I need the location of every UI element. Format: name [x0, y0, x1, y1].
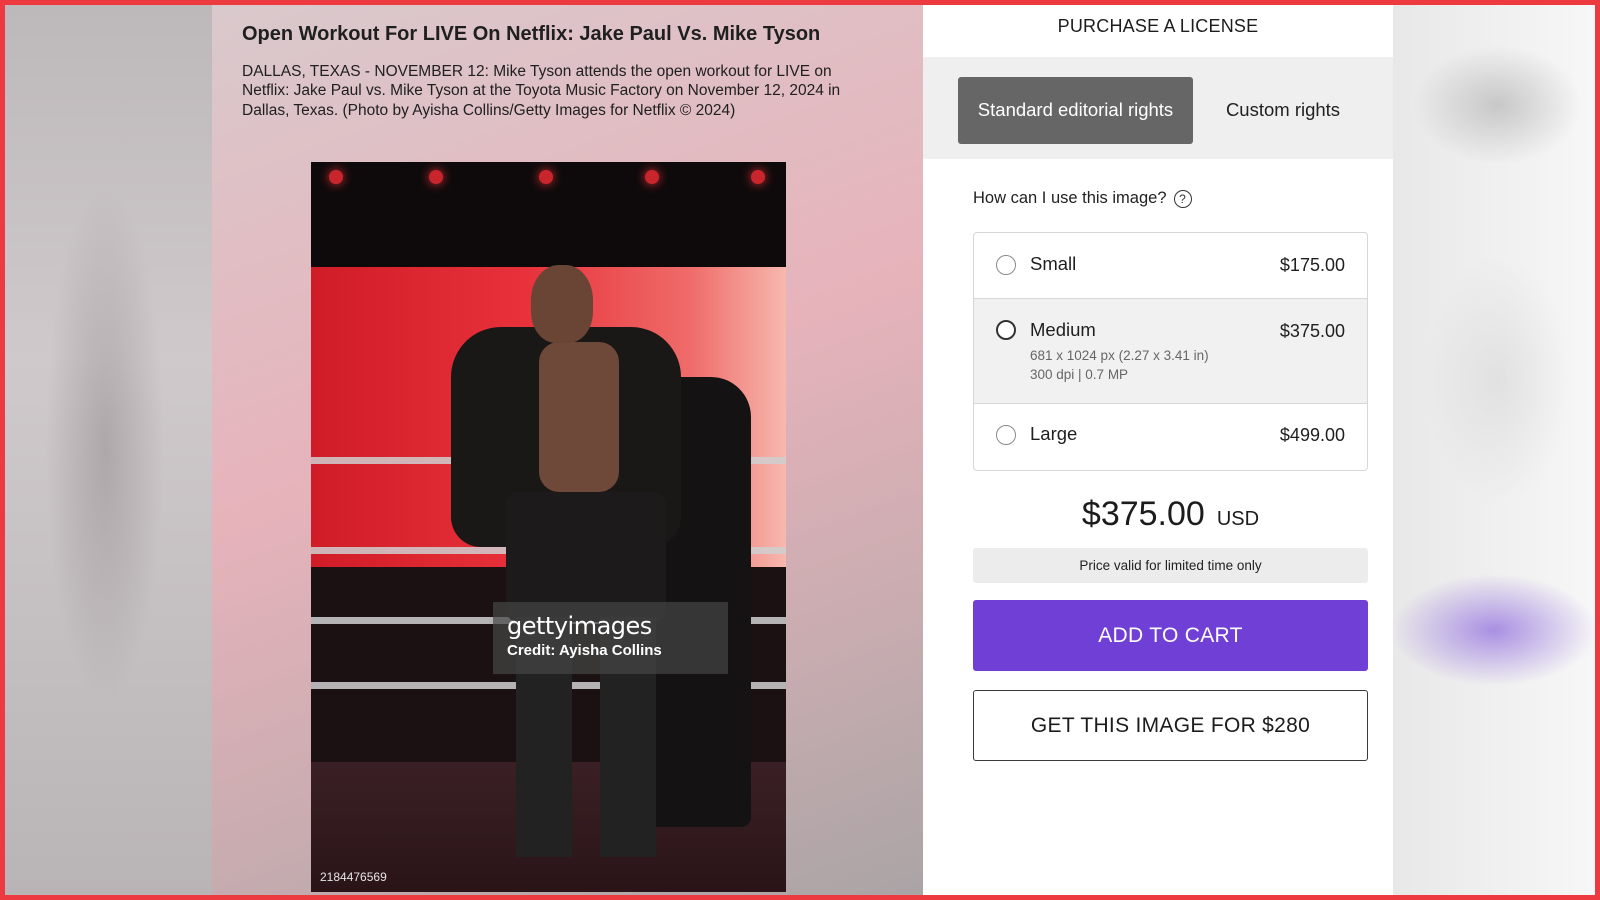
license-tabs: Standard editorial rights Custom rights	[923, 57, 1393, 159]
size-option-large[interactable]: Large $499.00	[974, 404, 1367, 470]
boxer-head	[531, 265, 593, 343]
boxer-torso	[539, 342, 619, 492]
size-label-large: Large	[1030, 423, 1078, 444]
total-amount: $375.00	[1081, 495, 1205, 533]
tab-standard-editorial-rights[interactable]: Standard editorial rights	[958, 77, 1193, 144]
screenshot-frame: Open Workout For LIVE On Netflix: Jake P…	[5, 5, 1595, 895]
radio-medium[interactable]	[996, 320, 1016, 340]
ceiling-light	[429, 170, 443, 184]
help-icon[interactable]: ?	[1173, 189, 1192, 208]
blurred-background-right	[1393, 5, 1595, 895]
purchase-panel: PURCHASE A LICENSE Standard editorial ri…	[923, 5, 1393, 895]
ceiling-light	[751, 170, 765, 184]
size-resolution-medium: 300 dpi | 0.7 MP	[1030, 367, 1129, 382]
ceiling-light	[539, 170, 553, 184]
size-label-medium: Medium	[1030, 319, 1096, 340]
getty-watermark: gettyimages Credit: Ayisha Collins	[493, 602, 728, 674]
purchase-heading: PURCHASE A LICENSE	[1057, 16, 1259, 36]
add-to-cart-button[interactable]: ADD TO CART	[973, 600, 1368, 671]
photo-title: Open Workout For LIVE On Netflix: Jake P…	[242, 23, 821, 45]
photo-preview[interactable]: gettyimages Credit: Ayisha Collins 21844…	[311, 162, 786, 892]
ceiling-light	[645, 170, 659, 184]
blur-blob	[1413, 45, 1583, 165]
size-price-large: $499.00	[1279, 425, 1345, 445]
size-price-small: $175.00	[1279, 255, 1345, 275]
tab-custom-rights[interactable]: Custom rights	[1188, 77, 1378, 144]
radio-large[interactable]	[996, 425, 1016, 445]
size-option-medium[interactable]: Medium $375.00 681 x 1024 px (2.27 x 3.4…	[974, 298, 1367, 404]
size-price-medium: $375.00	[1279, 321, 1345, 341]
size-option-small[interactable]: Small $175.00	[974, 233, 1367, 298]
size-dimensions-medium: 681 x 1024 px (2.27 x 3.41 in)	[1030, 348, 1209, 363]
total-price: $375.00 USD	[973, 495, 1368, 534]
radio-small[interactable]	[996, 255, 1016, 275]
total-currency: USD	[1216, 508, 1260, 530]
get-image-button[interactable]: GET THIS IMAGE FOR $280	[973, 690, 1368, 761]
watermark-credit: Credit: Ayisha Collins	[507, 642, 662, 659]
blurred-background-left	[5, 5, 212, 895]
usage-question: How can I use this image? ?	[973, 189, 1192, 208]
image-id: 2184476569	[320, 870, 387, 884]
usage-question-text: How can I use this image?	[973, 189, 1167, 207]
blur-blob	[1423, 255, 1573, 505]
price-validity-note: Price valid for limited time only	[973, 548, 1368, 583]
ceiling-light	[329, 170, 343, 184]
size-options: Small $175.00 Medium $375.00 681 x 1024 …	[973, 232, 1368, 471]
size-label-small: Small	[1030, 253, 1077, 274]
blur-blob-purple	[1393, 575, 1595, 685]
image-detail-panel: Open Workout For LIVE On Netflix: Jake P…	[212, 5, 923, 895]
photo-caption: DALLAS, TEXAS - NOVEMBER 12: Mike Tyson …	[242, 63, 841, 119]
watermark-logo: gettyimages	[507, 612, 652, 640]
